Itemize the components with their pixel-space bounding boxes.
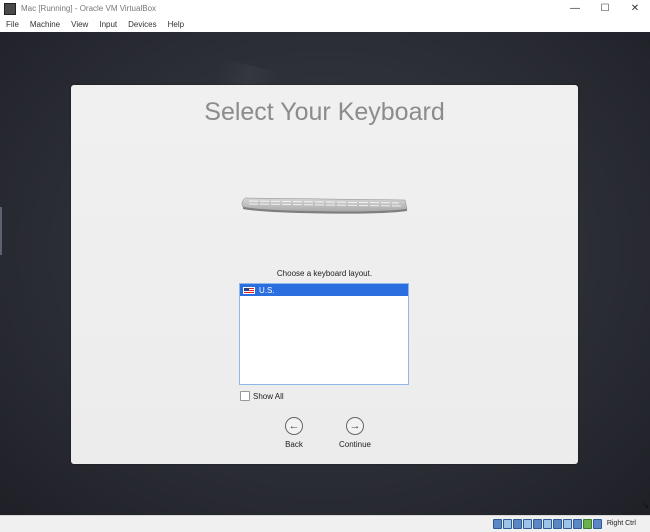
close-button[interactable]: ✕ xyxy=(620,0,650,17)
host-key-label: Right Ctrl xyxy=(606,520,636,527)
show-all-checkbox[interactable] xyxy=(240,391,250,401)
page-title: Select Your Keyboard xyxy=(204,98,445,126)
shared-folders-icon[interactable] xyxy=(543,519,552,529)
show-all-option[interactable]: Show All xyxy=(240,391,284,401)
background-edge-line xyxy=(0,207,2,255)
continue-arrow-icon[interactable]: → xyxy=(346,417,364,435)
menu-input[interactable]: Input xyxy=(93,20,122,29)
title-bar: Mac [Running] - Oracle VM VirtualBox — ☐… xyxy=(0,0,650,17)
continue-label: Continue xyxy=(338,440,372,449)
minimize-button[interactable]: — xyxy=(560,0,590,17)
window-title: Mac [Running] - Oracle VM VirtualBox xyxy=(21,4,157,13)
optical-drive-icon[interactable] xyxy=(503,519,512,529)
us-flag-icon xyxy=(243,286,255,294)
keyboard-capture-icon[interactable] xyxy=(593,519,602,529)
display-icon[interactable] xyxy=(553,519,562,529)
video-capture-icon[interactable] xyxy=(563,519,572,529)
usb-icon[interactable] xyxy=(533,519,542,529)
network-icon[interactable] xyxy=(523,519,532,529)
keyboard-layout-list[interactable]: U.S. xyxy=(239,283,409,385)
virtualization-icon[interactable] xyxy=(573,519,582,529)
window-controls: — ☐ ✕ xyxy=(560,0,650,17)
device-status-icons xyxy=(493,519,602,529)
mouse-cursor-icon: ↘ xyxy=(641,500,649,510)
vm-display[interactable]: Select Your Keyboard Choose a keyboard l… xyxy=(0,32,650,515)
menu-view[interactable]: View xyxy=(65,20,93,29)
audio-icon[interactable] xyxy=(513,519,522,529)
layout-prompt: Choose a keyboard layout. xyxy=(276,269,373,278)
menu-bar: File Machine View Input Devices Help xyxy=(0,17,650,32)
menu-file[interactable]: File xyxy=(0,20,24,29)
keyboard-icon xyxy=(241,197,408,214)
hard-disk-icon[interactable] xyxy=(493,519,502,529)
back-arrow-icon[interactable]: ← xyxy=(285,417,303,435)
back-button[interactable]: ← Back xyxy=(264,417,324,449)
layout-item-us[interactable]: U.S. xyxy=(240,284,408,296)
menu-devices[interactable]: Devices xyxy=(122,20,161,29)
mouse-integration-icon[interactable] xyxy=(583,519,592,529)
continue-button[interactable]: → Continue xyxy=(325,417,385,449)
status-bar: Right Ctrl xyxy=(0,515,650,532)
maximize-button[interactable]: ☐ xyxy=(590,0,620,17)
menu-help[interactable]: Help xyxy=(162,20,189,29)
virtualbox-app-icon xyxy=(4,2,16,15)
show-all-label: Show All xyxy=(253,391,284,401)
menu-machine[interactable]: Machine xyxy=(24,20,65,29)
layout-item-label: U.S. xyxy=(259,285,275,295)
back-label: Back xyxy=(285,440,303,449)
installer-panel: Select Your Keyboard Choose a keyboard l… xyxy=(71,85,578,464)
